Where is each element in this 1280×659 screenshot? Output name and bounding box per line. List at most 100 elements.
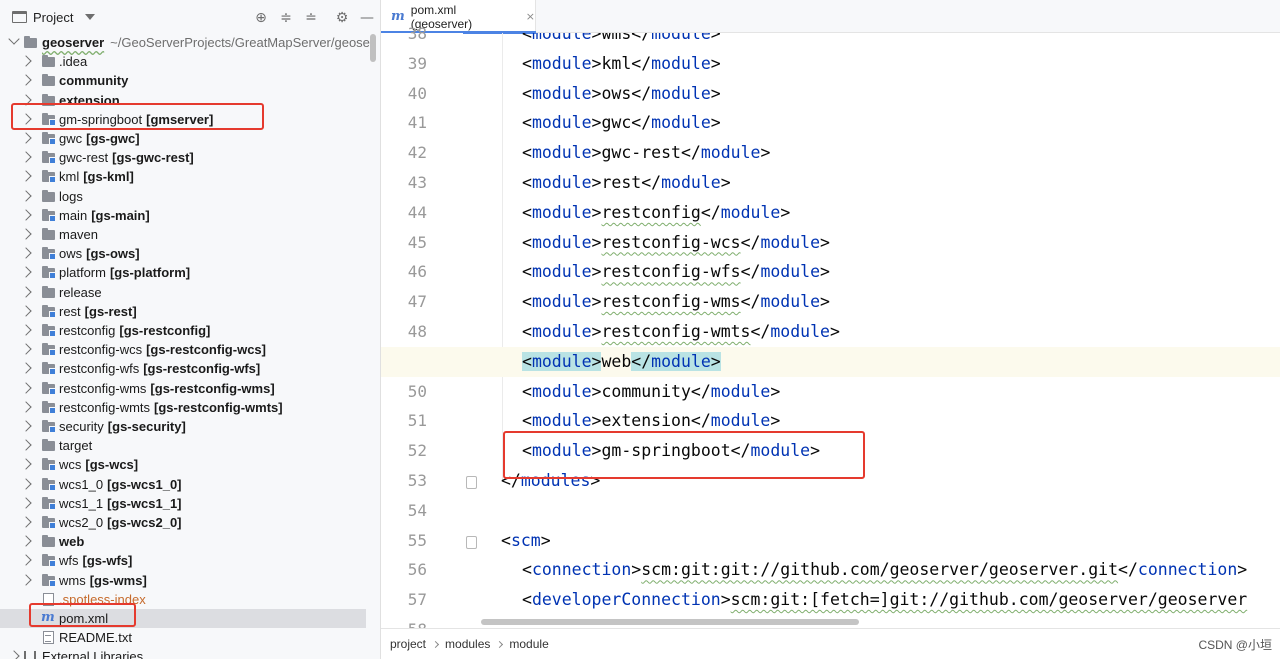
tree-item-ows[interactable]: ows [gs-ows] bbox=[0, 244, 366, 263]
tree-item-web[interactable]: web bbox=[0, 532, 366, 551]
tree-item-release[interactable]: release bbox=[0, 283, 366, 302]
watermark: CSDN @小垣 bbox=[1198, 638, 1272, 652]
code-line[interactable]: <scm> bbox=[501, 526, 551, 556]
chevron-right-icon[interactable] bbox=[20, 497, 32, 509]
breadcrumb-item[interactable]: modules bbox=[445, 637, 490, 651]
tree-item-target[interactable]: target bbox=[0, 436, 366, 455]
tree-item-security[interactable]: security [gs-security] bbox=[0, 417, 366, 436]
code-line[interactable]: <module>kml</module> bbox=[522, 49, 721, 79]
tree-item--idea[interactable]: .idea bbox=[0, 52, 366, 71]
minimize-icon[interactable]: — bbox=[359, 10, 375, 26]
chevron-right-icon[interactable] bbox=[20, 516, 32, 528]
tag-content: gwc bbox=[601, 113, 632, 133]
tree-item-platform[interactable]: platform [gs-platform] bbox=[0, 263, 366, 282]
chevron-right-icon[interactable] bbox=[20, 535, 32, 547]
chevron-right-icon[interactable] bbox=[20, 189, 32, 202]
chevron-right-icon[interactable] bbox=[20, 573, 32, 586]
code-area[interactable]: <module>wms</module> <module>kml</module>… bbox=[381, 33, 1280, 628]
project-view-selector[interactable]: Project bbox=[12, 10, 96, 25]
code-line[interactable]: <module>restconfig</module> bbox=[522, 198, 790, 228]
tree-item-wfs[interactable]: wfs [gs-wfs] bbox=[0, 551, 366, 570]
chevron-right-icon[interactable] bbox=[20, 151, 32, 163]
chevron-right-icon[interactable] bbox=[20, 554, 32, 567]
chevron-right-icon[interactable] bbox=[8, 650, 20, 659]
code-line[interactable]: <module>gwc-rest</module> bbox=[522, 138, 770, 168]
chevron-right-icon[interactable] bbox=[20, 401, 32, 413]
tree-scrollbar[interactable] bbox=[370, 34, 376, 62]
module-folder-icon bbox=[42, 554, 56, 568]
horizontal-scrollbar[interactable] bbox=[381, 616, 1280, 626]
chevron-right-icon[interactable] bbox=[20, 55, 32, 67]
tree-item-kml[interactable]: kml [gs-kml] bbox=[0, 167, 366, 186]
tree-item-restconfig-wms[interactable]: restconfig-wms [gs-restconfig-wms] bbox=[0, 379, 366, 398]
chevron-right-icon[interactable] bbox=[20, 266, 32, 279]
chevron-right-icon[interactable] bbox=[20, 74, 32, 87]
chevron-right-icon[interactable] bbox=[20, 170, 32, 183]
code-line[interactable]: <module>restconfig-wms</module> bbox=[522, 287, 830, 317]
code-line[interactable]: <module>rest</module> bbox=[522, 168, 731, 198]
chevron-right-icon[interactable] bbox=[20, 285, 32, 298]
tree-row[interactable]: geoserver ~/GeoServerProjects/GreatMapSer… bbox=[0, 33, 370, 52]
tree-item-wcs1-0[interactable]: wcs1_0 [gs-wcs1_0] bbox=[0, 475, 366, 494]
chevron-right-icon[interactable] bbox=[20, 362, 32, 375]
expand-all-icon[interactable]: ≑ bbox=[278, 10, 294, 26]
text-file-icon bbox=[43, 631, 54, 645]
code-line[interactable]: <module>wms</module> bbox=[522, 33, 721, 49]
tree-item-restconfig-wcs[interactable]: restconfig-wcs [gs-restconfig-wcs] bbox=[0, 340, 366, 359]
chevron-right-icon[interactable] bbox=[20, 132, 32, 144]
tree-item-maven[interactable]: maven bbox=[0, 225, 366, 244]
tree-item-community[interactable]: community bbox=[0, 71, 366, 90]
code-line[interactable]: <module>restconfig-wcs</module> bbox=[522, 228, 830, 258]
breadcrumb-item[interactable]: module bbox=[509, 637, 548, 651]
horizontal-scrollbar-thumb[interactable] bbox=[481, 619, 859, 625]
tree-item-wcs[interactable]: wcs [gs-wcs] bbox=[0, 455, 366, 474]
chevron-right-icon[interactable] bbox=[20, 420, 32, 432]
chevron-right-icon[interactable] bbox=[20, 209, 32, 221]
tag-name: module bbox=[720, 202, 781, 222]
open-tag: <connection> bbox=[522, 560, 641, 579]
chevron-right-icon[interactable] bbox=[20, 247, 32, 259]
chevron-right-icon[interactable] bbox=[20, 439, 32, 451]
bracket: > bbox=[770, 411, 781, 431]
breadcrumb-item[interactable]: project bbox=[390, 637, 426, 651]
tree-item-gwc-rest[interactable]: gwc-rest [gs-gwc-rest] bbox=[0, 148, 366, 167]
chevron-right-icon[interactable] bbox=[20, 228, 32, 240]
code-line[interactable]: <module>web</module> bbox=[381, 346, 1280, 377]
collapse-all-icon[interactable]: ≐ bbox=[303, 10, 319, 26]
code-line[interactable]: <module>gwc</module> bbox=[522, 108, 721, 138]
close-icon[interactable]: × bbox=[526, 10, 535, 23]
tree-external-libraries[interactable]: External Libraries bbox=[0, 647, 366, 659]
tag-name: module bbox=[531, 202, 592, 222]
gear-icon[interactable]: ⚙ bbox=[334, 10, 350, 26]
chevron-right-icon[interactable] bbox=[20, 477, 32, 490]
chevron-right-icon[interactable] bbox=[20, 343, 32, 355]
tree-item-logs[interactable]: logs bbox=[0, 187, 366, 206]
tree-file-readme-txt[interactable]: README.txt bbox=[0, 628, 366, 647]
tree-item-label: maven bbox=[59, 227, 98, 242]
tree-item-wcs1-1[interactable]: wcs1_1 [gs-wcs1_1] bbox=[0, 494, 366, 513]
tree-item-label: release bbox=[59, 285, 102, 300]
tree-item-wcs2-0[interactable]: wcs2_0 [gs-wcs2_0] bbox=[0, 513, 366, 532]
code-line[interactable]: <module>ows</module> bbox=[522, 79, 721, 109]
chevron-right-icon[interactable] bbox=[20, 381, 32, 394]
tree-item-restconfig[interactable]: restconfig [gs-restconfig] bbox=[0, 321, 366, 340]
chevron-right-icon[interactable] bbox=[20, 305, 32, 317]
code-line[interactable]: <module>restconfig-wmts</module> bbox=[522, 317, 840, 347]
tree-item-main[interactable]: main [gs-main] bbox=[0, 206, 366, 225]
chevron-right-icon[interactable] bbox=[20, 458, 32, 471]
locate-file-icon[interactable]: ⊕ bbox=[253, 10, 269, 26]
code-line[interactable]: <module>restconfig-wfs</module> bbox=[522, 257, 830, 287]
tree-item-restconfig-wmts[interactable]: restconfig-wmts [gs-restconfig-wmts] bbox=[0, 398, 366, 417]
tree-item-rest[interactable]: rest [gs-rest] bbox=[0, 302, 366, 321]
code-line[interactable]: <developerConnection>scm:git:[fetch=]git… bbox=[522, 585, 1247, 615]
tree-item-gwc[interactable]: gwc [gs-gwc] bbox=[0, 129, 366, 148]
chevron-right-icon[interactable] bbox=[20, 324, 32, 336]
chevron-down-icon[interactable] bbox=[8, 33, 20, 45]
tree-item-restconfig-wfs[interactable]: restconfig-wfs [gs-restconfig-wfs] bbox=[0, 359, 366, 378]
tag-name: module bbox=[710, 411, 771, 431]
item-name: logs bbox=[59, 188, 83, 204]
code-line[interactable]: <connection>scm:git:git://github.com/geo… bbox=[522, 555, 1247, 585]
code-line[interactable]: <module>community</module> bbox=[522, 377, 780, 407]
tree-item-wms[interactable]: wms [gs-wms] bbox=[0, 571, 366, 590]
tree-item-label: rest [gs-rest] bbox=[59, 304, 137, 319]
